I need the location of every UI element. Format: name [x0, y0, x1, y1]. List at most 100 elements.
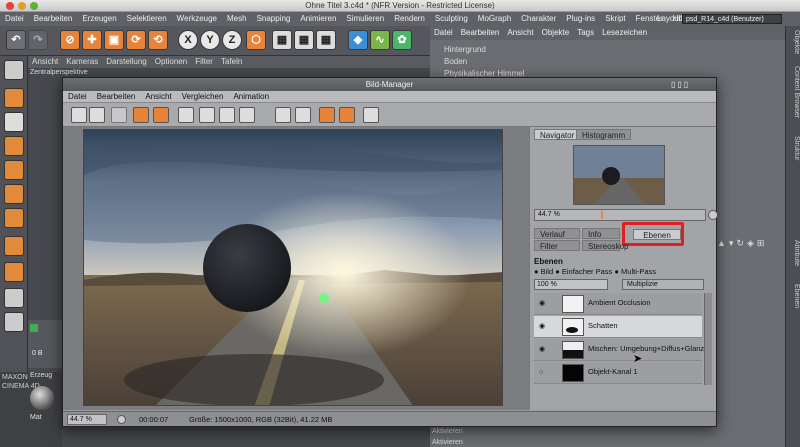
points-mode-icon[interactable] — [4, 136, 24, 156]
menu-werkzeuge[interactable]: Werkzeuge — [172, 14, 222, 23]
render-settings-icon[interactable]: ▦ — [316, 30, 336, 50]
viewport-icon[interactable] — [4, 60, 24, 80]
grid-icon[interactable] — [4, 312, 24, 332]
bm-menu-bearbeiten[interactable]: Bearbeiten — [92, 92, 141, 101]
vp-menu-darstellung[interactable]: Darstellung — [102, 57, 150, 66]
minimize-icon[interactable] — [18, 2, 26, 10]
menu-simulieren[interactable]: Simulieren — [341, 14, 389, 23]
region-render-icon[interactable] — [178, 107, 194, 123]
open-icon[interactable] — [71, 107, 87, 123]
obj-menu-objekte[interactable]: Objekte — [538, 28, 574, 37]
set-a-icon[interactable] — [319, 107, 335, 123]
close-icon[interactable] — [6, 2, 14, 10]
obj-menu-ansicht[interactable]: Ansicht — [503, 28, 537, 37]
tab-stereoskop[interactable]: Stereoskop — [582, 240, 628, 251]
zoom-icon[interactable] — [30, 2, 38, 10]
magnet-icon[interactable] — [4, 262, 24, 282]
bm-menu-animation[interactable]: Animation — [228, 92, 274, 101]
y-axis-button[interactable]: Y — [200, 30, 220, 50]
layer-row[interactable]: ◉ Ambient Occlusion — [534, 293, 702, 315]
vp-menu-tafeln[interactable]: Tafeln — [217, 57, 246, 66]
bm-menu-vergleichen[interactable]: Vergleichen — [177, 92, 229, 101]
render-image[interactable] — [83, 129, 503, 406]
menu-animieren[interactable]: Animieren — [295, 14, 341, 23]
fullscreen-icon[interactable] — [363, 107, 379, 123]
tab-content-browser[interactable]: Content Browser — [787, 66, 800, 118]
menu-snapping[interactable]: Snapping — [252, 14, 296, 23]
rotate-icon[interactable]: ⟳ — [126, 30, 146, 50]
vp-menu-kameras[interactable]: Kameras — [62, 57, 102, 66]
render-picture-viewer-icon[interactable]: ▦ — [294, 30, 314, 50]
coordinate-system-icon[interactable]: ⬡ — [246, 30, 266, 50]
menu-bearbeiten[interactable]: Bearbeiten — [29, 14, 78, 23]
workplane-icon[interactable] — [4, 236, 24, 256]
scale-icon[interactable]: ▣ — [104, 30, 124, 50]
menu-selektieren[interactable]: Selektieren — [122, 14, 172, 23]
menu-rendern[interactable]: Rendern — [389, 14, 430, 23]
tab-objekte[interactable]: Objekte — [787, 30, 800, 54]
obj-menu-bearbeiten[interactable]: Bearbeiten — [457, 28, 504, 37]
move-icon[interactable]: ✚ — [82, 30, 102, 50]
bm-menu-datei[interactable]: Datei — [63, 92, 92, 101]
attribute-row[interactable]: Aktivieren — [432, 439, 463, 446]
material-preview[interactable] — [30, 386, 54, 410]
eye-icon[interactable]: ○ — [539, 369, 548, 376]
select-icon[interactable]: ⊘ — [60, 30, 80, 50]
opacity-field[interactable]: 100 % — [534, 279, 608, 290]
layer-row[interactable]: ◉ Schatten — [534, 316, 702, 338]
zoom-reset-icon[interactable] — [708, 210, 718, 220]
vp-menu-ansicht[interactable]: Ansicht — [28, 57, 62, 66]
obj-menu-lesezeichen[interactable]: Lesezeichen — [598, 28, 651, 37]
menu-mesh[interactable]: Mesh — [222, 14, 252, 23]
copy-icon[interactable] — [133, 107, 149, 123]
attribute-row[interactable]: Aktivieren — [432, 428, 463, 435]
menu-sculpting[interactable]: Sculpting — [430, 14, 473, 23]
ab-icon[interactable] — [275, 107, 291, 123]
menu-datei[interactable]: Datei — [0, 14, 29, 23]
z-axis-button[interactable]: Z — [222, 30, 242, 50]
zoom-dropdown-icon[interactable] — [117, 415, 126, 424]
obj-menu-tags[interactable]: Tags — [573, 28, 598, 37]
vp-menu-optionen[interactable]: Optionen — [151, 57, 191, 66]
menu-skript[interactable]: Skript — [600, 14, 630, 23]
texture-mode-icon[interactable] — [4, 112, 24, 132]
object-row[interactable]: Hintergrund — [444, 44, 486, 55]
tab-attribute[interactable]: Attribute — [787, 240, 800, 266]
layout-select[interactable]: psd_R14_c4d (Benutzer) — [682, 14, 782, 24]
menu-plugins[interactable]: Plug-ins — [561, 14, 600, 23]
model-mode-icon[interactable] — [4, 88, 24, 108]
tab-ebenen[interactable]: Ebenen — [787, 284, 800, 308]
material-menu-erzeugen[interactable]: Erzeug — [30, 372, 52, 379]
navigator-thumbnail[interactable] — [573, 145, 665, 205]
radio-bild[interactable]: ● — [534, 267, 541, 276]
layer-row[interactable]: ○ Objekt-Kanal 1 — [534, 362, 702, 384]
object-row[interactable]: Boden — [444, 56, 467, 67]
layers-scrollbar[interactable] — [704, 293, 712, 385]
window-controls-icon[interactable]: ▯▯▯ — [671, 80, 690, 89]
generator-icon[interactable]: ✿ — [392, 30, 412, 50]
attribute-nav-icons[interactable]: ▲▾↻◈⊞ — [717, 238, 785, 250]
edges-mode-icon[interactable] — [4, 160, 24, 180]
menu-mograph[interactable]: MoGraph — [473, 14, 516, 23]
tab-info[interactable]: Info — [582, 228, 620, 239]
obj-menu-datei[interactable]: Datei — [430, 28, 457, 37]
axis-mode-icon[interactable] — [4, 208, 24, 228]
blend-mode-select[interactable]: Multiplizie — [622, 279, 704, 290]
swap-icon[interactable] — [295, 107, 311, 123]
x-axis-button[interactable]: X — [178, 30, 198, 50]
compare-ab-icon[interactable] — [239, 107, 255, 123]
eye-icon[interactable]: ◉ — [539, 323, 548, 330]
menu-charakter[interactable]: Charakter — [516, 14, 561, 23]
tab-filter[interactable]: Filter — [534, 240, 580, 251]
vp-menu-filter[interactable]: Filter — [191, 57, 217, 66]
menu-erzeugen[interactable]: Erzeugen — [77, 14, 121, 23]
redo-icon[interactable]: ↷ — [28, 30, 48, 50]
bm-menu-ansicht[interactable]: Ansicht — [140, 92, 176, 101]
eye-icon[interactable]: ◉ — [539, 346, 548, 353]
disk-icon[interactable] — [111, 107, 127, 123]
tab-struktur[interactable]: Struktur — [787, 136, 800, 161]
stop-render-icon[interactable] — [153, 107, 169, 123]
render-view-icon[interactable]: ▦ — [272, 30, 292, 50]
cube-icon[interactable]: ◆ — [348, 30, 368, 50]
frame-field[interactable]: 0 B — [32, 350, 43, 357]
